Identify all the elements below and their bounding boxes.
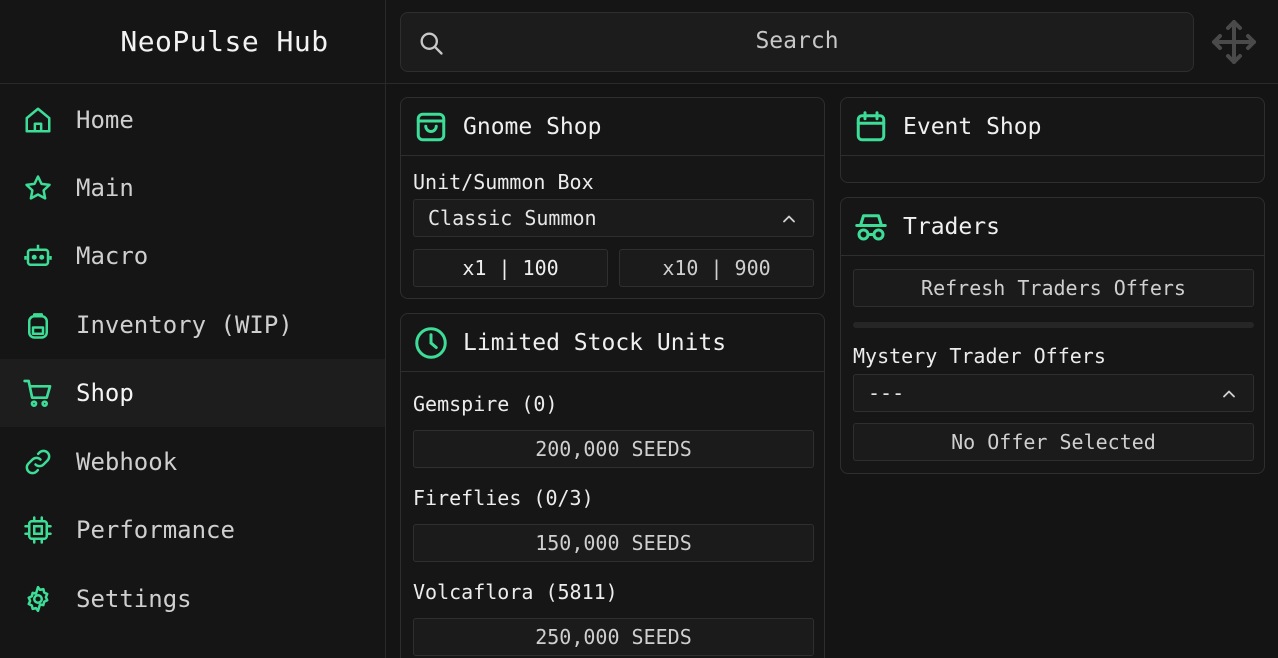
select-value: --- [868, 381, 905, 405]
sidebar-item-main[interactable]: Main [0, 154, 385, 222]
sidebar-item-webhook[interactable]: Webhook [0, 428, 385, 496]
sidebar-item-label: Main [76, 174, 134, 202]
app-title: NeoPulse Hub [120, 25, 329, 58]
sidebar-item-label: Home [76, 106, 134, 134]
home-icon [22, 104, 54, 136]
buy-x1-button[interactable]: x1 | 100 [413, 249, 608, 287]
mystery-offers-select[interactable]: --- [853, 374, 1254, 412]
sidebar-item-inventory[interactable]: Inventory (WIP) [0, 291, 385, 359]
buy-x10-button[interactable]: x10 | 900 [619, 249, 814, 287]
sidebar-item-performance[interactable]: Performance [0, 496, 385, 564]
sidebar-item-label: Macro [76, 242, 149, 270]
panel-header: Traders [841, 198, 1264, 256]
offer-status: No Offer Selected [853, 423, 1254, 461]
gnome-shop-panel: Gnome Shop Unit/Summon Box Classic Summo… [400, 97, 825, 299]
top-bar: Search [386, 0, 1278, 84]
panel-title: Limited Stock Units [463, 329, 727, 356]
unit-name: Gemspire (0) [413, 392, 558, 416]
spy-icon [853, 209, 889, 245]
move-icon[interactable] [1210, 18, 1258, 70]
unit-name: Fireflies (0/3) [413, 486, 594, 510]
panel-header: Event Shop [841, 98, 1264, 156]
link-icon [22, 446, 54, 478]
panel-title: Gnome Shop [463, 113, 602, 140]
sidebar-item-label: Shop [76, 379, 134, 407]
sidebar: NeoPulse Hub Home Main Macro Inventory (… [0, 0, 386, 658]
summon-select[interactable]: Classic Summon [413, 199, 814, 237]
chevron-up-icon [779, 209, 799, 234]
shopping-bag-icon [413, 109, 449, 145]
sidebar-item-macro[interactable]: Macro [0, 222, 385, 290]
cart-icon [22, 377, 54, 409]
buy-unit-button[interactable]: 250,000 SEEDS [413, 618, 814, 656]
panel-header: Gnome Shop [401, 98, 824, 156]
sidebar-item-shop[interactable]: Shop [0, 359, 385, 427]
traders-panel: Traders Refresh Traders Offers Mystery T… [840, 197, 1265, 474]
search-placeholder: Search [755, 28, 839, 54]
robot-icon [22, 240, 54, 272]
divider [853, 322, 1254, 328]
brand-header: NeoPulse Hub [0, 0, 385, 84]
field-label: Unit/Summon Box [413, 170, 594, 194]
buy-unit-button[interactable]: 150,000 SEEDS [413, 524, 814, 562]
chevron-up-icon [1219, 384, 1239, 409]
sidebar-item-label: Webhook [76, 448, 178, 476]
buy-unit-button[interactable]: 200,000 SEEDS [413, 430, 814, 468]
panel-title: Event Shop [903, 113, 1042, 140]
clock-icon [413, 325, 449, 361]
star-icon [22, 172, 54, 204]
unit-name: Volcaflora (5811) [413, 580, 618, 604]
panel-header: Limited Stock Units [401, 314, 824, 372]
backpack-icon [22, 309, 54, 341]
refresh-traders-button[interactable]: Refresh Traders Offers [853, 269, 1254, 307]
sidebar-item-settings[interactable]: Settings [0, 565, 385, 633]
limited-stock-panel: Limited Stock Units Gemspire (0) 200,000… [400, 313, 825, 658]
cpu-icon [22, 514, 54, 546]
sidebar-item-home[interactable]: Home [0, 86, 385, 154]
field-label: Mystery Trader Offers [853, 344, 1106, 368]
panel-title: Traders [903, 213, 1000, 240]
gear-icon [22, 583, 54, 615]
search-input[interactable]: Search [400, 12, 1194, 72]
event-shop-panel: Event Shop [840, 97, 1265, 183]
sidebar-item-label: Performance [76, 516, 235, 544]
sidebar-item-label: Inventory (WIP) [76, 311, 293, 339]
sidebar-item-label: Settings [76, 585, 192, 613]
calendar-icon [853, 109, 889, 145]
select-value: Classic Summon [428, 206, 597, 230]
